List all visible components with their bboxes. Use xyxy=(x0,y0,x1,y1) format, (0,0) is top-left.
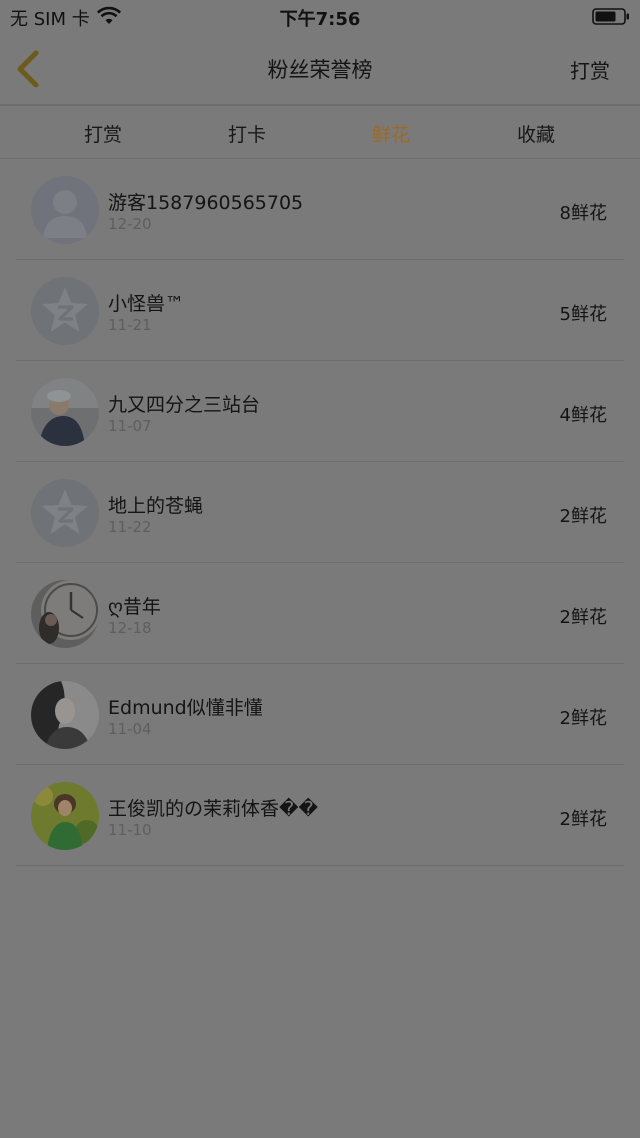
fan-name: 游客1587960565705 xyxy=(108,192,304,214)
user-photo-icon xyxy=(31,378,99,446)
fan-date: 11-07 xyxy=(108,417,152,435)
avatar xyxy=(31,378,99,446)
list-item[interactable]: 九又四分之三站台 11-07 4鲜花 xyxy=(0,361,640,462)
avatar xyxy=(31,580,99,648)
fan-name: Edmund似懂非懂 xyxy=(108,697,263,719)
avatar xyxy=(31,681,99,749)
nav-bar: 粉丝荣誉榜 打赏 xyxy=(0,34,640,104)
ranking-list: 游客1587960565705 12-20 8鲜花 小怪兽™ 11-21 5鲜花 xyxy=(0,159,640,866)
fan-date: 11-22 xyxy=(108,518,152,536)
tab-checkin[interactable]: 打卡 xyxy=(175,120,319,147)
battery-icon xyxy=(592,8,630,25)
default-user-icon xyxy=(31,176,99,244)
fan-date: 11-21 xyxy=(108,316,152,334)
clock: 下午7:56 xyxy=(279,9,361,30)
fan-date: 11-04 xyxy=(108,720,152,738)
list-item[interactable]: Edmund似懂非懂 11-04 2鲜花 xyxy=(0,664,640,765)
fan-name: 小怪兽™ xyxy=(108,293,185,315)
flower-count: 2鲜花 xyxy=(559,607,607,628)
fan-date: 12-20 xyxy=(108,215,152,233)
fan-name: ღ昔年 xyxy=(108,596,161,618)
status-bar: 无 SIM 卡 下午7:56 xyxy=(0,0,640,34)
fan-date: 11-10 xyxy=(108,821,152,839)
tip-button[interactable]: 打赏 xyxy=(570,55,610,84)
tab-tips[interactable]: 打赏 xyxy=(31,120,175,147)
clock-photo-icon xyxy=(31,580,99,648)
flower-count: 2鲜花 xyxy=(559,809,607,830)
list-item[interactable]: 地上的苍蝇 11-22 2鲜花 xyxy=(0,462,640,563)
tab-bar: 打赏 打卡 鲜花 收藏 xyxy=(0,106,640,158)
flower-count: 2鲜花 xyxy=(559,506,607,527)
qq-star-icon xyxy=(31,277,99,345)
fan-name: 王俊凯的の茉莉体香�� xyxy=(108,798,318,820)
fan-name: 九又四分之三站台 xyxy=(108,394,261,416)
user-photo-icon xyxy=(31,681,99,749)
flower-count: 5鲜花 xyxy=(559,304,607,325)
list-item[interactable]: 王俊凯的の茉莉体香�� 11-10 2鲜花 xyxy=(0,765,640,866)
tab-flowers[interactable]: 鲜花 xyxy=(319,120,463,147)
qq-star-icon xyxy=(31,479,99,547)
avatar xyxy=(31,277,99,345)
fan-date: 12-18 xyxy=(108,619,152,637)
fan-name: 地上的苍蝇 xyxy=(108,495,204,517)
flower-count: 8鲜花 xyxy=(559,203,607,224)
flower-count: 2鲜花 xyxy=(559,708,607,729)
list-item[interactable]: 游客1587960565705 12-20 8鲜花 xyxy=(0,159,640,260)
list-item[interactable]: 小怪兽™ 11-21 5鲜花 xyxy=(0,260,640,361)
flower-count: 4鲜花 xyxy=(559,405,607,426)
avatar xyxy=(31,479,99,547)
user-photo-icon xyxy=(31,782,99,850)
tab-favorites[interactable]: 收藏 xyxy=(464,120,608,147)
page-title: 粉丝荣誉榜 xyxy=(267,58,373,82)
avatar xyxy=(31,782,99,850)
list-item[interactable]: ღ昔年 12-18 2鲜花 xyxy=(0,563,640,664)
row-divider xyxy=(16,865,624,866)
avatar xyxy=(31,176,99,244)
